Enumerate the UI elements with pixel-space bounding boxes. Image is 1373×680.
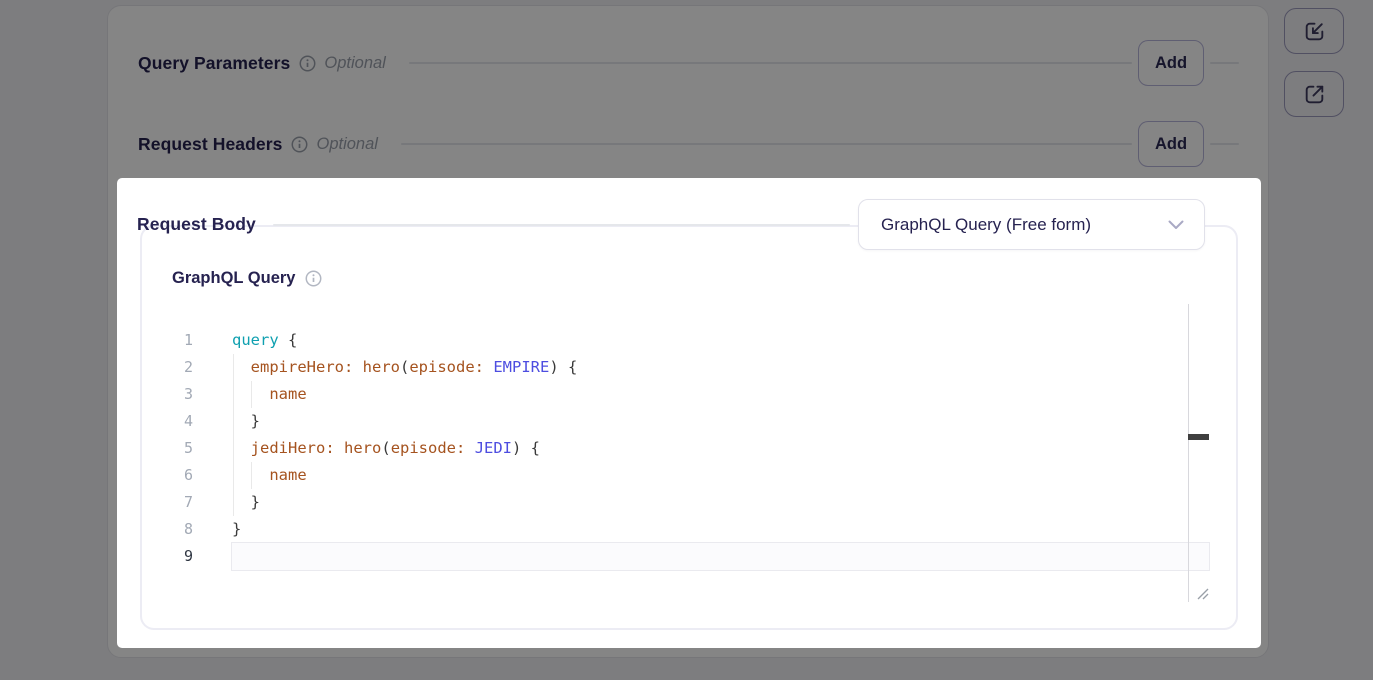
info-icon[interactable]: [305, 270, 322, 287]
code-text: empireHero: hero(episode: EMPIRE) {: [232, 354, 577, 381]
line-number: 6: [162, 462, 193, 489]
code-lines: 1query {2 empireHero: hero(episode: EMPI…: [142, 327, 1236, 570]
code-text: jediHero: hero(episode: JEDI) {: [232, 435, 540, 462]
code-line[interactable]: 1 query {: [142, 327, 1236, 354]
line-number: 9: [162, 543, 193, 570]
indent-guide: [251, 462, 252, 489]
request-body-title: Request Body: [137, 214, 256, 235]
line-number: 8: [162, 516, 193, 543]
code-line[interactable]: 5 jediHero: hero(episode: JEDI) {: [142, 435, 1236, 462]
editor-resize-grip[interactable]: [1196, 587, 1209, 600]
code-line[interactable]: 6 name: [142, 462, 1236, 489]
code-line[interactable]: 9: [142, 543, 1236, 570]
line-number: 2: [162, 354, 193, 381]
graphql-query-panel: GraphQL Query 1query {2 empireHero: hero…: [140, 225, 1238, 630]
code-text: }: [232, 516, 241, 543]
graphql-editor[interactable]: 1query {2 empireHero: hero(episode: EMPI…: [142, 327, 1236, 570]
code-text: }: [232, 489, 260, 516]
line-number: 7: [162, 489, 193, 516]
editor-scrollbar-track[interactable]: [1188, 304, 1189, 602]
code-line[interactable]: 8}: [142, 516, 1236, 543]
line-number: 3: [162, 381, 193, 408]
request-body-spotlight: GraphQL Query 1query {2 empireHero: hero…: [117, 178, 1261, 648]
request-body-header: Request Body GraphQL Query (Free form): [137, 199, 1205, 250]
code-text: }: [232, 408, 260, 435]
code-line[interactable]: 2 empireHero: hero(episode: EMPIRE) {: [142, 354, 1236, 381]
line-number: 1: [162, 327, 193, 354]
chevron-down-icon: [1168, 220, 1184, 230]
body-type-select-value: GraphQL Query (Free form): [881, 215, 1168, 235]
graphql-query-label: GraphQL Query: [172, 269, 295, 288]
line-number: 5: [162, 435, 193, 462]
code-text: query {: [232, 327, 297, 354]
graphql-query-label-row: GraphQL Query: [172, 269, 322, 288]
code-line[interactable]: 3 name: [142, 381, 1236, 408]
code-text: name: [232, 381, 307, 408]
indent-guide: [233, 354, 234, 516]
code-text: [232, 543, 1209, 570]
body-type-select[interactable]: GraphQL Query (Free form): [858, 199, 1205, 250]
app-root: Query Parameters Optional Add Request He…: [0, 0, 1373, 680]
editor-scrollbar-thumb[interactable]: [1188, 434, 1209, 440]
section-divider: [273, 224, 850, 226]
indent-guide: [251, 381, 252, 408]
code-line[interactable]: 7 }: [142, 489, 1236, 516]
code-line[interactable]: 4 }: [142, 408, 1236, 435]
code-text: name: [232, 462, 307, 489]
line-number: 4: [162, 408, 193, 435]
